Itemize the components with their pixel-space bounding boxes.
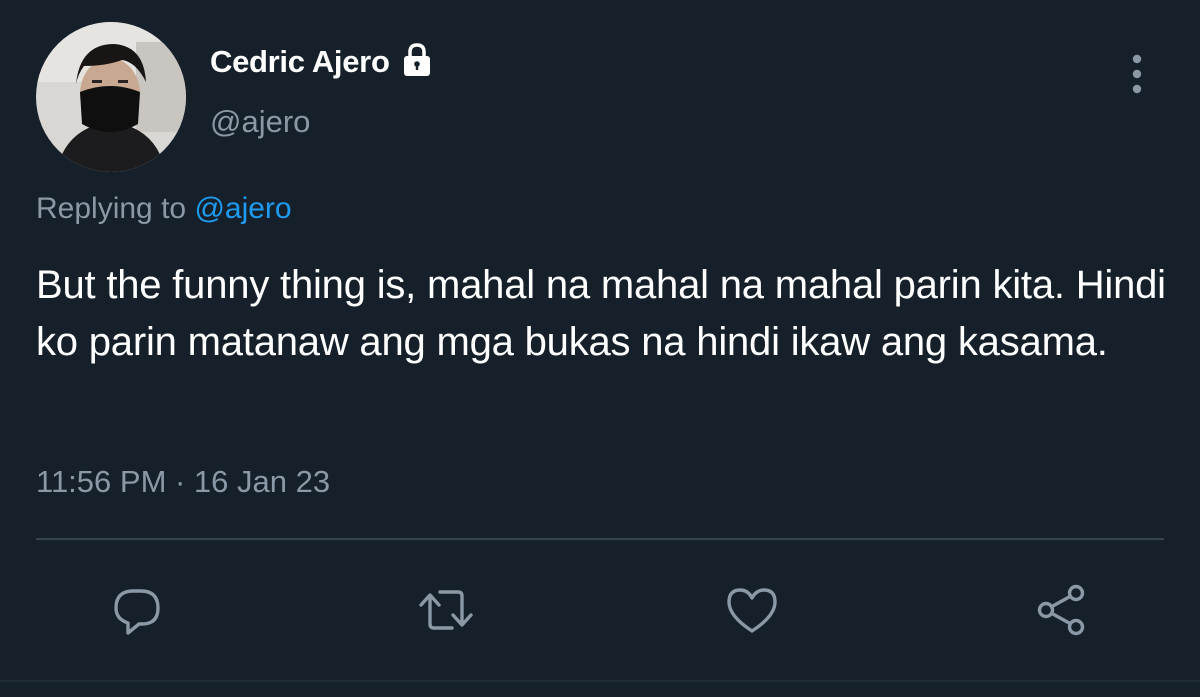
replying-to-label: Replying to — [36, 192, 187, 225]
bottom-divider — [0, 680, 1200, 682]
tweet-actions-bar — [0, 580, 1200, 640]
heart-icon — [727, 588, 777, 633]
share-icon — [1037, 584, 1085, 636]
avatar[interactable] — [36, 22, 186, 172]
lock-icon — [398, 41, 436, 79]
like-button[interactable] — [722, 580, 782, 640]
divider — [36, 538, 1164, 540]
share-button[interactable] — [1032, 580, 1092, 640]
tweet-detail: Cedric Ajero @ajero Replying to @ajero B… — [0, 0, 1200, 697]
tweet-text: But the funny thing is, mahal na mahal n… — [36, 263, 1166, 364]
author-name-row: Cedric Ajero — [210, 40, 436, 84]
more-options-icon[interactable] — [1122, 52, 1152, 96]
retweet-icon — [419, 590, 473, 630]
author-display-name[interactable]: Cedric Ajero — [210, 44, 390, 80]
author-handle[interactable]: @ajero — [210, 104, 310, 140]
reply-button[interactable] — [107, 580, 167, 640]
tweet-timestamp[interactable]: 11:56 PM · 16 Jan 23 — [36, 464, 330, 500]
comment-icon — [114, 589, 160, 635]
retweet-button[interactable] — [416, 580, 476, 640]
avatar-photo — [36, 22, 186, 172]
replying-to-line: Replying to @ajero — [36, 192, 292, 226]
replying-to-handle[interactable]: @ajero — [194, 192, 291, 225]
